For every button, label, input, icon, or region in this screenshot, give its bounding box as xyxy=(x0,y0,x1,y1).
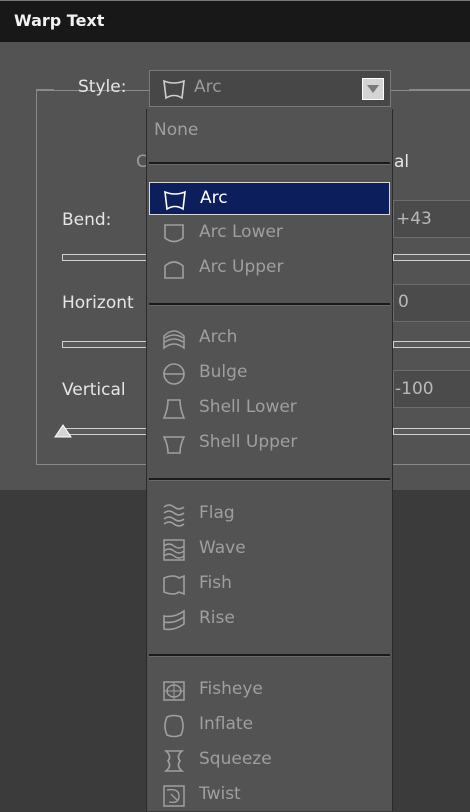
menu-item-label: None xyxy=(154,120,199,140)
menu-separator xyxy=(149,478,390,481)
menu-item-inflate[interactable]: Inflate xyxy=(149,709,390,742)
bend-value: +43 xyxy=(396,209,432,229)
arc-upper-warp-icon xyxy=(161,257,187,285)
vertical-radio-label[interactable]: al xyxy=(394,152,409,172)
vertical-slider-track-right[interactable] xyxy=(393,428,470,435)
group-border-right xyxy=(409,89,470,90)
chevron-down-icon xyxy=(367,85,379,93)
menu-item-label: Arc Lower xyxy=(199,222,283,242)
flag-warp-icon xyxy=(161,503,187,531)
horizontal-distortion-label: Horizont xyxy=(62,293,134,313)
menu-item-none[interactable]: None xyxy=(149,115,390,148)
menu-separator xyxy=(149,162,390,165)
wave-warp-icon xyxy=(161,538,187,566)
menu-item-shell-lower[interactable]: Shell Lower xyxy=(149,392,390,425)
menu-item-flag[interactable]: Flag xyxy=(149,498,390,531)
menu-item-arc[interactable]: Arc xyxy=(149,182,390,215)
menu-item-label: Inflate xyxy=(199,714,254,734)
twist-warp-icon xyxy=(161,784,187,812)
menu-item-label: Fisheye xyxy=(199,679,263,699)
fish-warp-icon xyxy=(161,573,187,601)
group-border-left xyxy=(36,89,54,90)
menu-item-shell-upper[interactable]: Shell Upper xyxy=(149,427,390,460)
arc-warp-icon xyxy=(162,188,188,216)
menu-item-fish[interactable]: Fish xyxy=(149,568,390,601)
shell-upper-warp-icon xyxy=(161,432,187,460)
menu-item-label: Squeeze xyxy=(199,749,272,769)
inflate-warp-icon xyxy=(161,714,187,742)
window-titlebar[interactable]: Warp Text xyxy=(0,0,470,42)
menu-item-squeeze[interactable]: Squeeze xyxy=(149,744,390,777)
vertical-slider-track[interactable] xyxy=(62,428,148,435)
squeeze-warp-icon xyxy=(161,749,187,777)
menu-item-label: Shell Lower xyxy=(199,397,297,417)
menu-item-label: Wave xyxy=(199,538,246,558)
menu-item-label: Arc Upper xyxy=(199,257,284,277)
style-label: Style: xyxy=(78,77,127,97)
menu-item-label: Twist xyxy=(199,784,241,804)
shell-lower-warp-icon xyxy=(161,397,187,425)
menu-item-fisheye[interactable]: Fisheye xyxy=(149,674,390,707)
arch-warp-icon xyxy=(161,327,187,355)
rise-warp-icon xyxy=(161,608,187,636)
menu-item-label: Bulge xyxy=(199,362,248,382)
style-dropdown[interactable]: Arc xyxy=(149,70,391,107)
menu-item-arc-upper[interactable]: Arc Upper xyxy=(149,252,390,285)
window-title: Warp Text xyxy=(14,11,105,30)
menu-item-rise[interactable]: Rise xyxy=(149,603,390,636)
menu-item-bulge[interactable]: Bulge xyxy=(149,357,390,390)
menu-item-label: Arch xyxy=(199,327,238,347)
style-current-value: Arc xyxy=(194,77,222,97)
menu-item-wave[interactable]: Wave xyxy=(149,533,390,566)
warp-style-menu: None Arc Arc Lower Arc Upper Arch Bulge … xyxy=(146,109,393,811)
dropdown-arrow-button[interactable] xyxy=(362,78,384,100)
arc-lower-warp-icon xyxy=(161,222,187,250)
horizontal-slider-track[interactable] xyxy=(62,341,148,348)
horizontal-slider-track-right[interactable] xyxy=(393,341,470,348)
menu-separator xyxy=(149,654,390,657)
bend-slider-track-right[interactable] xyxy=(393,254,470,261)
menu-separator xyxy=(149,303,390,306)
menu-item-arch[interactable]: Arch xyxy=(149,322,390,355)
vertical-slider-thumb[interactable] xyxy=(53,424,73,440)
menu-item-twist[interactable]: Twist xyxy=(149,779,390,812)
menu-item-label: Arc xyxy=(200,188,228,208)
menu-item-label: Fish xyxy=(199,573,232,593)
bend-label: Bend: xyxy=(62,210,112,230)
menu-item-arc-lower[interactable]: Arc Lower xyxy=(149,217,390,250)
bend-slider-track[interactable] xyxy=(62,254,148,261)
menu-item-label: Shell Upper xyxy=(199,432,298,452)
bulge-warp-icon xyxy=(161,362,187,390)
horizontal-value: 0 xyxy=(398,292,409,312)
vertical-value: -100 xyxy=(395,379,434,399)
menu-item-label: Rise xyxy=(199,608,235,628)
arc-warp-icon xyxy=(161,77,187,105)
vertical-distortion-label: Vertical xyxy=(62,380,126,400)
fisheye-warp-icon xyxy=(161,679,187,707)
menu-item-label: Flag xyxy=(199,503,235,523)
